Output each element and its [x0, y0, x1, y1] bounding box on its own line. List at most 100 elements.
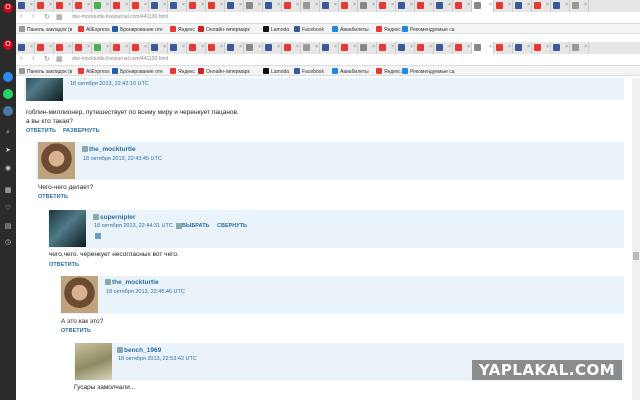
- speed-dial-icon[interactable]: ▦: [56, 55, 63, 63]
- tab[interactable]: ×: [415, 0, 434, 12]
- tab[interactable]: ×: [532, 42, 551, 54]
- bookmark-item[interactable]: Яндекс: [376, 68, 401, 75]
- messenger-icon[interactable]: [3, 72, 13, 82]
- url-field[interactable]: dse-mockturtle.livejournal.com/441130.ht…: [72, 14, 168, 20]
- forward-icon[interactable]: ›: [32, 55, 34, 62]
- vk-icon[interactable]: [3, 106, 13, 116]
- page-scrollbar[interactable]: [632, 78, 640, 400]
- tab[interactable]: ×: [73, 0, 92, 12]
- reply-link[interactable]: ОТВЕТИТЬ: [49, 262, 79, 268]
- reload-icon[interactable]: ↻: [44, 13, 50, 21]
- tab[interactable]: ×: [551, 0, 570, 12]
- comment-username[interactable]: the_mockturtle: [82, 146, 136, 153]
- bookmark-item[interactable]: Lamoda: [263, 68, 289, 75]
- avatar[interactable]: [26, 78, 63, 101]
- tab[interactable]: ×: [206, 0, 225, 12]
- bookmark-item[interactable]: Рекомендуемые са: [402, 68, 455, 75]
- avatar[interactable]: [75, 343, 112, 380]
- comment-username[interactable]: bench_1969: [117, 347, 161, 354]
- reload-icon[interactable]: ↻: [44, 55, 50, 63]
- search-icon[interactable]: ⌕: [3, 128, 13, 138]
- comment-date[interactable]: 18 октября 2013, 22:53:42 UTC: [118, 356, 197, 362]
- tab[interactable]: ×: [453, 42, 472, 54]
- bookmark-item[interactable]: Яндекс: [170, 68, 195, 75]
- tab[interactable]: ×: [111, 42, 130, 54]
- tab[interactable]: ×: [377, 42, 396, 54]
- back-icon[interactable]: ‹: [20, 55, 22, 62]
- select-link[interactable]: ВЫБРАТЬ: [182, 223, 210, 229]
- comment-date[interactable]: 18 октября 2013, 22:45:46 UTC: [106, 289, 185, 295]
- tab[interactable]: ×: [225, 42, 244, 54]
- tab[interactable]: ×: [244, 0, 263, 12]
- tab[interactable]: ×: [225, 0, 244, 12]
- bookmark-item[interactable]: Панель закладок (в: [19, 26, 72, 33]
- comment-username[interactable]: supernipler: [69, 78, 111, 79]
- tab[interactable]: ×: [358, 0, 377, 12]
- url-field[interactable]: dse-mockturtle.livejournal.com/441130.ht…: [72, 56, 168, 62]
- tab[interactable]: ×: [282, 42, 301, 54]
- bookmark-item[interactable]: Facebook: [294, 68, 324, 75]
- tab[interactable]: ×: [570, 42, 589, 54]
- bookmark-item[interactable]: AliExpress: [78, 26, 110, 33]
- bookmark-item[interactable]: Бронирование оте: [112, 26, 163, 33]
- tab[interactable]: ×: [35, 42, 54, 54]
- link-icon[interactable]: [95, 233, 101, 239]
- bookmark-item[interactable]: Авиабилеты: [332, 26, 369, 33]
- tab[interactable]: ×: [92, 42, 111, 54]
- tab[interactable]: ×: [301, 0, 320, 12]
- tab[interactable]: ×: [570, 0, 589, 12]
- news-icon[interactable]: ▤: [3, 222, 13, 232]
- send-icon[interactable]: ➤: [3, 146, 13, 156]
- scrollbar-thumb[interactable]: [633, 252, 639, 260]
- reply-link[interactable]: ОТВЕТИТЬ: [38, 194, 68, 200]
- history-icon[interactable]: ◷: [3, 238, 13, 248]
- tab[interactable]: ×: [434, 42, 453, 54]
- forward-icon[interactable]: ›: [32, 13, 34, 20]
- grid-icon[interactable]: ▦: [3, 186, 13, 196]
- avatar[interactable]: [49, 210, 86, 247]
- opera-logo-icon[interactable]: O: [3, 40, 13, 50]
- comment-date[interactable]: 18 октября 2013, 22:42:10 UTC: [70, 81, 149, 87]
- tab[interactable]: ×: [532, 0, 551, 12]
- bookmark-item[interactable]: Lamoda: [263, 26, 289, 33]
- back-icon[interactable]: ‹: [20, 13, 22, 20]
- tab[interactable]: ×: [377, 0, 396, 12]
- bookmark-item[interactable]: Яндекс: [376, 26, 401, 33]
- edit-icon[interactable]: [176, 223, 182, 229]
- bookmark-item[interactable]: AliExpress: [78, 68, 110, 75]
- comment-username[interactable]: supernipler: [93, 214, 135, 221]
- speed-dial-icon[interactable]: ▦: [56, 13, 63, 21]
- bookmark-item[interactable]: Авиабилеты: [332, 68, 369, 75]
- tab[interactable]: ×: [92, 0, 111, 12]
- camera-icon[interactable]: ◉: [3, 164, 13, 174]
- comment-username[interactable]: the_mockturtle: [105, 279, 159, 286]
- tab[interactable]: ×: [453, 0, 472, 12]
- tab[interactable]: ×: [187, 0, 206, 12]
- tab[interactable]: ×: [494, 42, 513, 54]
- tab[interactable]: ×: [130, 0, 149, 12]
- tab-active[interactable]: ×: [472, 42, 494, 54]
- tab[interactable]: ×: [16, 0, 35, 12]
- bookmark-item[interactable]: Онлайн-гипермарк: [198, 26, 250, 33]
- tab[interactable]: ×: [396, 0, 415, 12]
- tab[interactable]: ×: [244, 42, 263, 54]
- tab[interactable]: ×: [282, 0, 301, 12]
- tab[interactable]: ×: [301, 42, 320, 54]
- bookmark-item[interactable]: Facebook: [294, 26, 324, 33]
- tab[interactable]: ×: [434, 0, 453, 12]
- tab-active[interactable]: ×: [472, 0, 494, 12]
- bookmark-item[interactable]: Яндекс: [170, 26, 195, 33]
- tab[interactable]: ×: [168, 42, 187, 54]
- comment-date[interactable]: 18 октября 2013, 22:44:31 UTC: [94, 223, 173, 229]
- whatsapp-icon[interactable]: [3, 89, 13, 99]
- avatar[interactable]: [38, 142, 75, 179]
- bookmark-item[interactable]: Онлайн-гипермарк: [198, 68, 250, 75]
- tab[interactable]: ×: [111, 0, 130, 12]
- avatar[interactable]: [61, 276, 98, 313]
- tab[interactable]: ×: [35, 0, 54, 12]
- expand-link[interactable]: РАЗВЕРНУТЬ: [63, 128, 100, 134]
- bookmark-item[interactable]: Рекомендуемые са: [402, 26, 455, 33]
- tab[interactable]: ×: [149, 0, 168, 12]
- tab[interactable]: ×: [339, 42, 358, 54]
- tab[interactable]: ×: [149, 42, 168, 54]
